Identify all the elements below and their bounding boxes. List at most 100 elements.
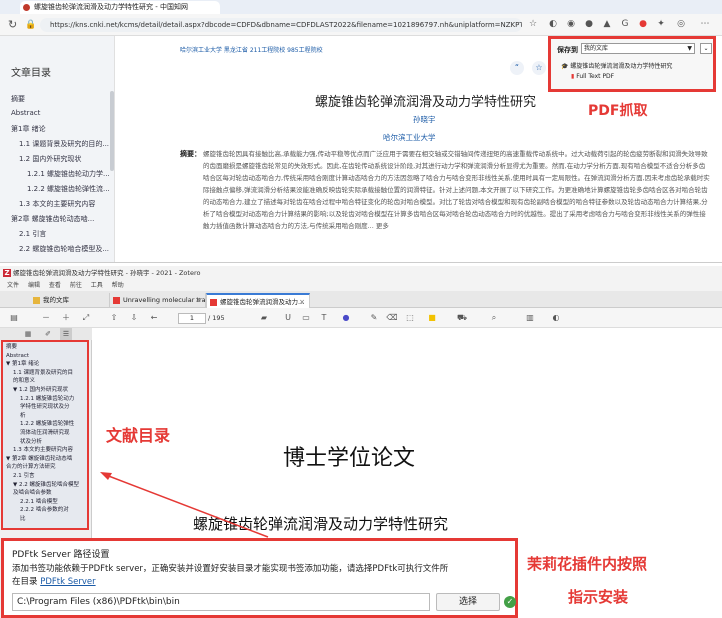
outline-item[interactable]: 1.1 课题背景及研究的目 bbox=[13, 370, 73, 377]
bookmark-star-icon[interactable]: ☆ bbox=[528, 19, 538, 29]
menu-file[interactable]: 文件 bbox=[7, 280, 19, 291]
outline-item[interactable]: 析 bbox=[20, 413, 26, 420]
browser-tab-title: 螺旋锥齿轮弹流润滑及动力学特性研究 - 中国知网 bbox=[34, 3, 188, 11]
outline-item[interactable]: 状及分析 bbox=[20, 439, 42, 446]
note-icon[interactable]: ▭ bbox=[300, 312, 312, 324]
browse-button[interactable]: 选择 bbox=[436, 593, 500, 611]
outline-item[interactable]: 2.2.2 啮合参数的对 bbox=[20, 507, 69, 514]
extension-icon[interactable]: ● bbox=[584, 19, 594, 29]
extension-icon[interactable]: ◉ bbox=[566, 19, 576, 29]
article-school[interactable]: 哈尔滨工业大学 bbox=[383, 132, 436, 143]
cnki-toc-item[interactable]: 2.2 螺旋锥齿轮啮合模型及... bbox=[19, 244, 109, 254]
page-number-input[interactable]: 1 bbox=[178, 313, 206, 324]
cnki-toc-item[interactable]: 摘要 bbox=[11, 94, 25, 104]
outline-item[interactable]: 1.3 本文的主要研究内容 bbox=[13, 447, 73, 454]
underline-icon[interactable]: U bbox=[282, 312, 294, 324]
context-pane-icon[interactable]: ▥ bbox=[524, 312, 536, 324]
zotero-tabbar: 我的文库 Unravelling molecular tra... × 螺旋锥齿… bbox=[0, 291, 722, 308]
tab-document-active[interactable]: 螺旋锥齿轮弹流润滑及动力... × bbox=[206, 293, 310, 308]
toggle-icon[interactable]: ◐ bbox=[548, 312, 564, 324]
cnki-toc-item[interactable]: 1.2 国内外研究现状 bbox=[19, 154, 81, 164]
menu-edit[interactable]: 编辑 bbox=[28, 280, 40, 291]
outline-icon[interactable]: ☰ bbox=[60, 328, 72, 340]
text-icon[interactable]: T bbox=[318, 312, 330, 324]
cnki-toc-item[interactable]: 1.2.1 螺旋锥齿轮动力学... bbox=[27, 169, 110, 179]
area-icon[interactable]: ⬚ bbox=[404, 312, 416, 324]
tab-document[interactable]: Unravelling molecular tra... × bbox=[110, 293, 206, 308]
zoom-out-icon[interactable]: － bbox=[40, 312, 52, 324]
close-icon[interactable]: × bbox=[299, 295, 305, 308]
pdftk-path-input[interactable]: C:\Program Files (x86)\PDFtk\bin\bin bbox=[12, 593, 430, 611]
extension-icon[interactable]: ● bbox=[638, 19, 648, 29]
cnki-toc-item[interactable]: Abstract bbox=[11, 109, 40, 117]
popup-more-button[interactable]: ⌄ bbox=[700, 43, 712, 54]
outline-item[interactable]: 学特性研究现状及分 bbox=[20, 404, 70, 411]
cnki-favicon-icon bbox=[23, 4, 30, 11]
browser-tab[interactable]: 螺旋锥齿轮弹流润滑及动力学特性研究 - 中国知网 bbox=[20, 1, 220, 14]
cite-icon[interactable]: “ bbox=[510, 61, 524, 75]
cnki-toc-item[interactable]: 1.1 课题背景及研究的目的... bbox=[19, 139, 109, 149]
pen-icon[interactable]: ✎ bbox=[368, 312, 380, 324]
outline-item[interactable]: 2.2.1 啮合模型 bbox=[20, 499, 58, 506]
saved-item-title: 螺旋锥齿轮弹流润滑及动力学特性研究 bbox=[570, 63, 673, 70]
puzzle-icon[interactable]: ✦ bbox=[656, 19, 666, 29]
cnki-toc-item[interactable]: 1.3 本文的主要研究内容 bbox=[19, 199, 95, 209]
thumbnails-icon[interactable]: ▦ bbox=[22, 328, 34, 340]
page-total: / 195 bbox=[208, 314, 225, 322]
extension-icon[interactable]: ◐ bbox=[548, 19, 558, 29]
outline-item[interactable]: ▼ 1.2 国内外研究现状 bbox=[13, 387, 68, 394]
color-picker-icon[interactable]: ■ bbox=[426, 312, 438, 324]
outline-item[interactable]: 1.2.2 螺旋锥齿轮弹性 bbox=[20, 421, 74, 428]
menu-tools[interactable]: 工具 bbox=[91, 280, 103, 291]
outline-item[interactable]: 合力的计算方法研究 bbox=[6, 464, 56, 471]
outline-item[interactable]: 1.2.1 螺旋锥齿轮动力 bbox=[20, 396, 74, 403]
toc-scrollbar[interactable] bbox=[110, 91, 114, 171]
outline-item[interactable]: ▼ 第2章 螺旋锥齿轮动态啮 bbox=[6, 456, 72, 463]
outline-item[interactable]: 流体动压润滑研究现 bbox=[20, 430, 70, 437]
zotero-connector-icon[interactable]: ▲ bbox=[602, 19, 612, 29]
page-up-icon[interactable]: ⇧ bbox=[108, 312, 120, 324]
reload-icon[interactable]: ↻ bbox=[8, 18, 17, 32]
cnki-toc-item[interactable]: 2.1 引言 bbox=[19, 229, 46, 239]
ink-icon[interactable]: ● bbox=[340, 312, 352, 324]
cnki-toc-item[interactable]: 1.2.2 螺旋锥齿轮弹性流... bbox=[27, 184, 110, 194]
outline-item[interactable]: 及啮合啮合参数 bbox=[13, 490, 52, 497]
extension-icon[interactable]: G bbox=[620, 19, 630, 29]
outline-item[interactable]: Abstract bbox=[6, 353, 29, 360]
menu-view[interactable]: 查看 bbox=[49, 280, 61, 291]
page-down-icon[interactable]: ⇩ bbox=[128, 312, 140, 324]
article-author[interactable]: 孙晓宇 bbox=[413, 114, 436, 125]
zoom-fit-icon[interactable]: ⤢ bbox=[80, 312, 92, 324]
eraser-icon[interactable]: ⌫ bbox=[386, 312, 398, 324]
menu-help[interactable]: 帮助 bbox=[112, 280, 124, 291]
translate-icon[interactable]: ⛟ bbox=[456, 312, 468, 324]
cnki-toc-item[interactable]: 第1章 绪论 bbox=[11, 124, 46, 134]
pdftk-link[interactable]: PDFtk Server bbox=[40, 577, 95, 587]
menu-go[interactable]: 前往 bbox=[70, 280, 82, 291]
outline-item[interactable]: 的和意义 bbox=[13, 378, 35, 385]
highlight-icon[interactable]: ▰ bbox=[258, 312, 270, 324]
lock-icon[interactable]: 🔒 bbox=[25, 18, 36, 32]
outline-item[interactable]: 比 bbox=[20, 516, 26, 523]
address-bar[interactable]: https://kns.cnki.net/kcms/detail/detail.… bbox=[40, 18, 522, 32]
menu-icon[interactable]: ⋯ bbox=[700, 19, 710, 29]
favorite-icon[interactable]: ☆ bbox=[532, 61, 546, 75]
cnki-toc-item[interactable]: 第2章 螺旋锥齿轮动态啮... bbox=[11, 214, 94, 224]
zoom-in-icon[interactable]: ＋ bbox=[60, 312, 72, 324]
outline-item[interactable]: ▼ 第1章 绪论 bbox=[6, 361, 39, 368]
dialog-desc-line1: 添加书签功能依赖于PDFtk server，正确安装并设置好安装目录才能实现书签… bbox=[12, 564, 449, 574]
outline-item[interactable]: 2.1 引言 bbox=[13, 473, 35, 480]
profile-icon[interactable]: ◎ bbox=[676, 19, 686, 29]
tab-my-library[interactable]: 我的文库 bbox=[30, 293, 110, 308]
saved-attachment-label: Full Text PDF bbox=[576, 73, 615, 80]
back-icon[interactable]: ← bbox=[148, 312, 160, 324]
school-links[interactable]: 哈尔滨工业大学 黑龙江省 211工程院校 985工程院校 bbox=[180, 45, 323, 54]
library-select[interactable]: 我的文库 ▼ bbox=[581, 43, 695, 54]
close-icon[interactable]: × bbox=[195, 293, 201, 308]
find-icon[interactable]: ⌕ bbox=[488, 312, 500, 324]
document-title: 博士学位论文 bbox=[283, 446, 416, 471]
sidebar-toggle-icon[interactable]: ▤ bbox=[8, 312, 20, 324]
outline-item[interactable]: ▼ 2.2 螺旋锥齿轮啮合模型 bbox=[13, 482, 79, 489]
annotations-icon[interactable]: ✐ bbox=[42, 328, 54, 340]
outline-item[interactable]: 摘要 bbox=[6, 344, 17, 351]
